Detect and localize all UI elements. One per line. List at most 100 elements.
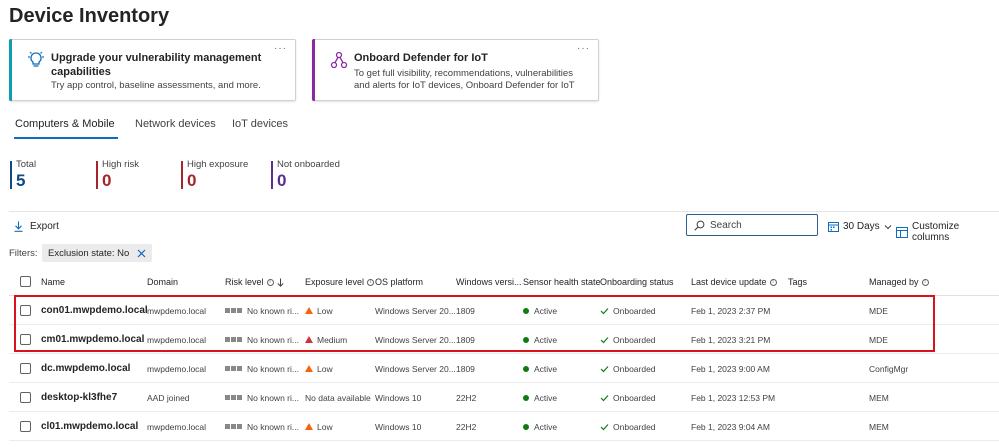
info-icon[interactable]: i bbox=[921, 278, 929, 286]
column-header-label: OS platform bbox=[375, 277, 424, 287]
os-platform-cell-text: Windows 10 bbox=[375, 421, 422, 432]
checkmark-icon bbox=[600, 365, 609, 372]
onboarding-status-cell: Onboarded bbox=[600, 412, 656, 441]
column-header-exposure-level[interactable]: Exposure level i bbox=[305, 277, 375, 287]
windows-version-cell-text: 22H2 bbox=[456, 392, 477, 403]
windows-version-cell: 22H2 bbox=[456, 383, 476, 412]
active-status-dot-icon bbox=[523, 423, 529, 430]
row-checkbox[interactable] bbox=[20, 421, 31, 432]
tab-network-devices[interactable]: Network devices bbox=[135, 118, 216, 130]
onboarding-status-cell-text: Onboarded bbox=[613, 421, 656, 432]
export-button[interactable]: Export bbox=[14, 221, 59, 232]
column-header-managed-by[interactable]: Managed by i bbox=[869, 277, 929, 287]
device-name-link[interactable]: desktop-kl3fhe7 bbox=[41, 383, 117, 412]
onboarding-status-cell-text: Onboarded bbox=[613, 392, 656, 403]
column-header-sensor-health[interactable]: Sensor health state bbox=[523, 277, 601, 287]
tab-iot-devices[interactable]: IoT devices bbox=[232, 118, 288, 130]
column-header-os-platform[interactable]: OS platform bbox=[375, 277, 423, 287]
search-input[interactable] bbox=[710, 219, 810, 231]
table-row[interactable]: dc.mwpdemo.local mwpdemo.local No known ri… bbox=[9, 354, 999, 383]
stat-not-onboarded[interactable]: Not onboarded 0 bbox=[271, 159, 340, 190]
search-icon bbox=[694, 220, 705, 231]
managed-by-cell: MEM bbox=[869, 412, 889, 441]
export-label: Export bbox=[30, 221, 59, 232]
device-name-link-text: cl01.mwpdemo.local bbox=[41, 421, 139, 432]
risk-level-cell-text: No known ri... bbox=[247, 363, 299, 374]
stat-value: 0 bbox=[102, 171, 112, 190]
managed-by-cell-text: ConfigMgr bbox=[869, 363, 909, 374]
stat-bar bbox=[181, 161, 183, 189]
more-options-icon[interactable]: ··· bbox=[577, 43, 590, 54]
row-checkbox[interactable] bbox=[20, 392, 31, 403]
risk-level-indicator bbox=[225, 395, 242, 400]
more-options-icon[interactable]: ··· bbox=[274, 43, 287, 54]
stat-value: 0 bbox=[187, 171, 197, 190]
exposure-level-cell-text: Low bbox=[317, 363, 333, 374]
card-accent bbox=[9, 39, 12, 101]
date-range-dropdown[interactable]: 30 Days bbox=[828, 221, 892, 232]
customize-columns-label: Customize columns bbox=[911, 221, 960, 243]
column-header-windows-version[interactable]: Windows versi... bbox=[456, 277, 522, 287]
close-icon[interactable] bbox=[137, 249, 146, 258]
search-box[interactable] bbox=[686, 214, 818, 236]
column-header-label: Managed by bbox=[869, 277, 919, 287]
column-header-domain[interactable]: Domain bbox=[147, 277, 178, 287]
column-header-name[interactable]: Name bbox=[41, 277, 65, 287]
select-all-checkbox[interactable] bbox=[20, 276, 31, 287]
sensor-health-cell: Active bbox=[523, 383, 557, 412]
managed-by-cell: ConfigMgr bbox=[869, 354, 908, 383]
table-row[interactable]: cl01.mwpdemo.local mwpdemo.local No known … bbox=[9, 412, 999, 441]
filter-chip[interactable]: Exclusion state: No bbox=[42, 244, 153, 262]
stat-high-exposure[interactable]: High exposure 0 bbox=[181, 159, 249, 190]
windows-version-cell: 22H2 bbox=[456, 412, 476, 441]
risk-level-cell: No known ri... bbox=[225, 383, 299, 412]
device-name-link-text: desktop-kl3fhe7 bbox=[41, 392, 118, 403]
stat-label: Not onboarded bbox=[277, 159, 340, 170]
managed-by-cell-text: MEM bbox=[869, 392, 889, 403]
domain-cell: mwpdemo.local bbox=[147, 412, 206, 441]
windows-version-cell: 1809 bbox=[456, 354, 475, 383]
column-header-tags[interactable]: Tags bbox=[788, 277, 807, 287]
onboarding-status-cell-text: Onboarded bbox=[613, 363, 656, 374]
info-icon[interactable]: i bbox=[266, 278, 274, 286]
device-name-link[interactable]: dc.mwpdemo.local bbox=[41, 354, 130, 383]
row-checkbox[interactable] bbox=[20, 363, 31, 374]
sort-descending-icon bbox=[276, 278, 284, 287]
last-update-cell: Feb 1, 2023 9:00 AM bbox=[691, 354, 770, 383]
domain-cell: mwpdemo.local bbox=[147, 354, 206, 383]
risk-level-cell: No known ri... bbox=[225, 354, 299, 383]
domain-cell-text: mwpdemo.local bbox=[147, 363, 207, 374]
stat-total[interactable]: Total 5 bbox=[10, 159, 36, 190]
exposure-level-cell: Low bbox=[305, 354, 333, 383]
column-header-last-update[interactable]: Last device update i bbox=[691, 277, 777, 287]
tab-computers-mobile[interactable]: Computers & Mobile bbox=[15, 118, 115, 130]
sensor-health-cell-text: Active bbox=[534, 421, 558, 432]
column-header-onboarding-status[interactable]: Onboarding status bbox=[600, 277, 674, 287]
upgrade-vulnerability-card[interactable]: Upgrade your vulnerability management ca… bbox=[9, 39, 296, 101]
risk-level-indicator bbox=[225, 366, 242, 371]
stat-label: High exposure bbox=[187, 159, 249, 170]
last-update-cell: Feb 1, 2023 12:53 PM bbox=[691, 383, 775, 412]
customize-columns-button[interactable]: Customize columns bbox=[896, 221, 999, 243]
info-icon[interactable]: i bbox=[769, 278, 777, 286]
device-name-link[interactable]: cl01.mwpdemo.local bbox=[41, 412, 138, 441]
filter-chip-label: Exclusion state: No bbox=[48, 247, 130, 259]
card-description: Try app control, baseline assessments, a… bbox=[51, 80, 261, 91]
active-tab-indicator bbox=[14, 137, 118, 139]
page-title: Device Inventory bbox=[9, 5, 170, 27]
column-header-label: Last device update bbox=[691, 277, 767, 287]
info-icon[interactable]: i bbox=[367, 278, 375, 286]
iot-network-icon bbox=[330, 51, 348, 69]
column-header-risk-level[interactable]: Risk level i bbox=[225, 277, 284, 287]
stat-bar bbox=[10, 161, 12, 189]
card-title: Upgrade your vulnerability management ca… bbox=[51, 52, 262, 78]
last-update-cell-text: Feb 1, 2023 12:53 PM bbox=[691, 392, 776, 403]
stat-bar bbox=[96, 161, 98, 189]
windows-version-cell-text: 1809 bbox=[456, 363, 475, 374]
managed-by-cell-text: MEM bbox=[869, 421, 889, 432]
warning-triangle-icon bbox=[305, 423, 313, 430]
onboard-defender-iot-card[interactable]: Onboard Defender for IoT To get full vis… bbox=[312, 39, 599, 101]
sensor-health-cell: Active bbox=[523, 412, 557, 441]
stat-high-risk[interactable]: High risk 0 bbox=[96, 159, 139, 190]
table-row[interactable]: desktop-kl3fhe7 AAD joined No known ri... N… bbox=[9, 383, 999, 412]
